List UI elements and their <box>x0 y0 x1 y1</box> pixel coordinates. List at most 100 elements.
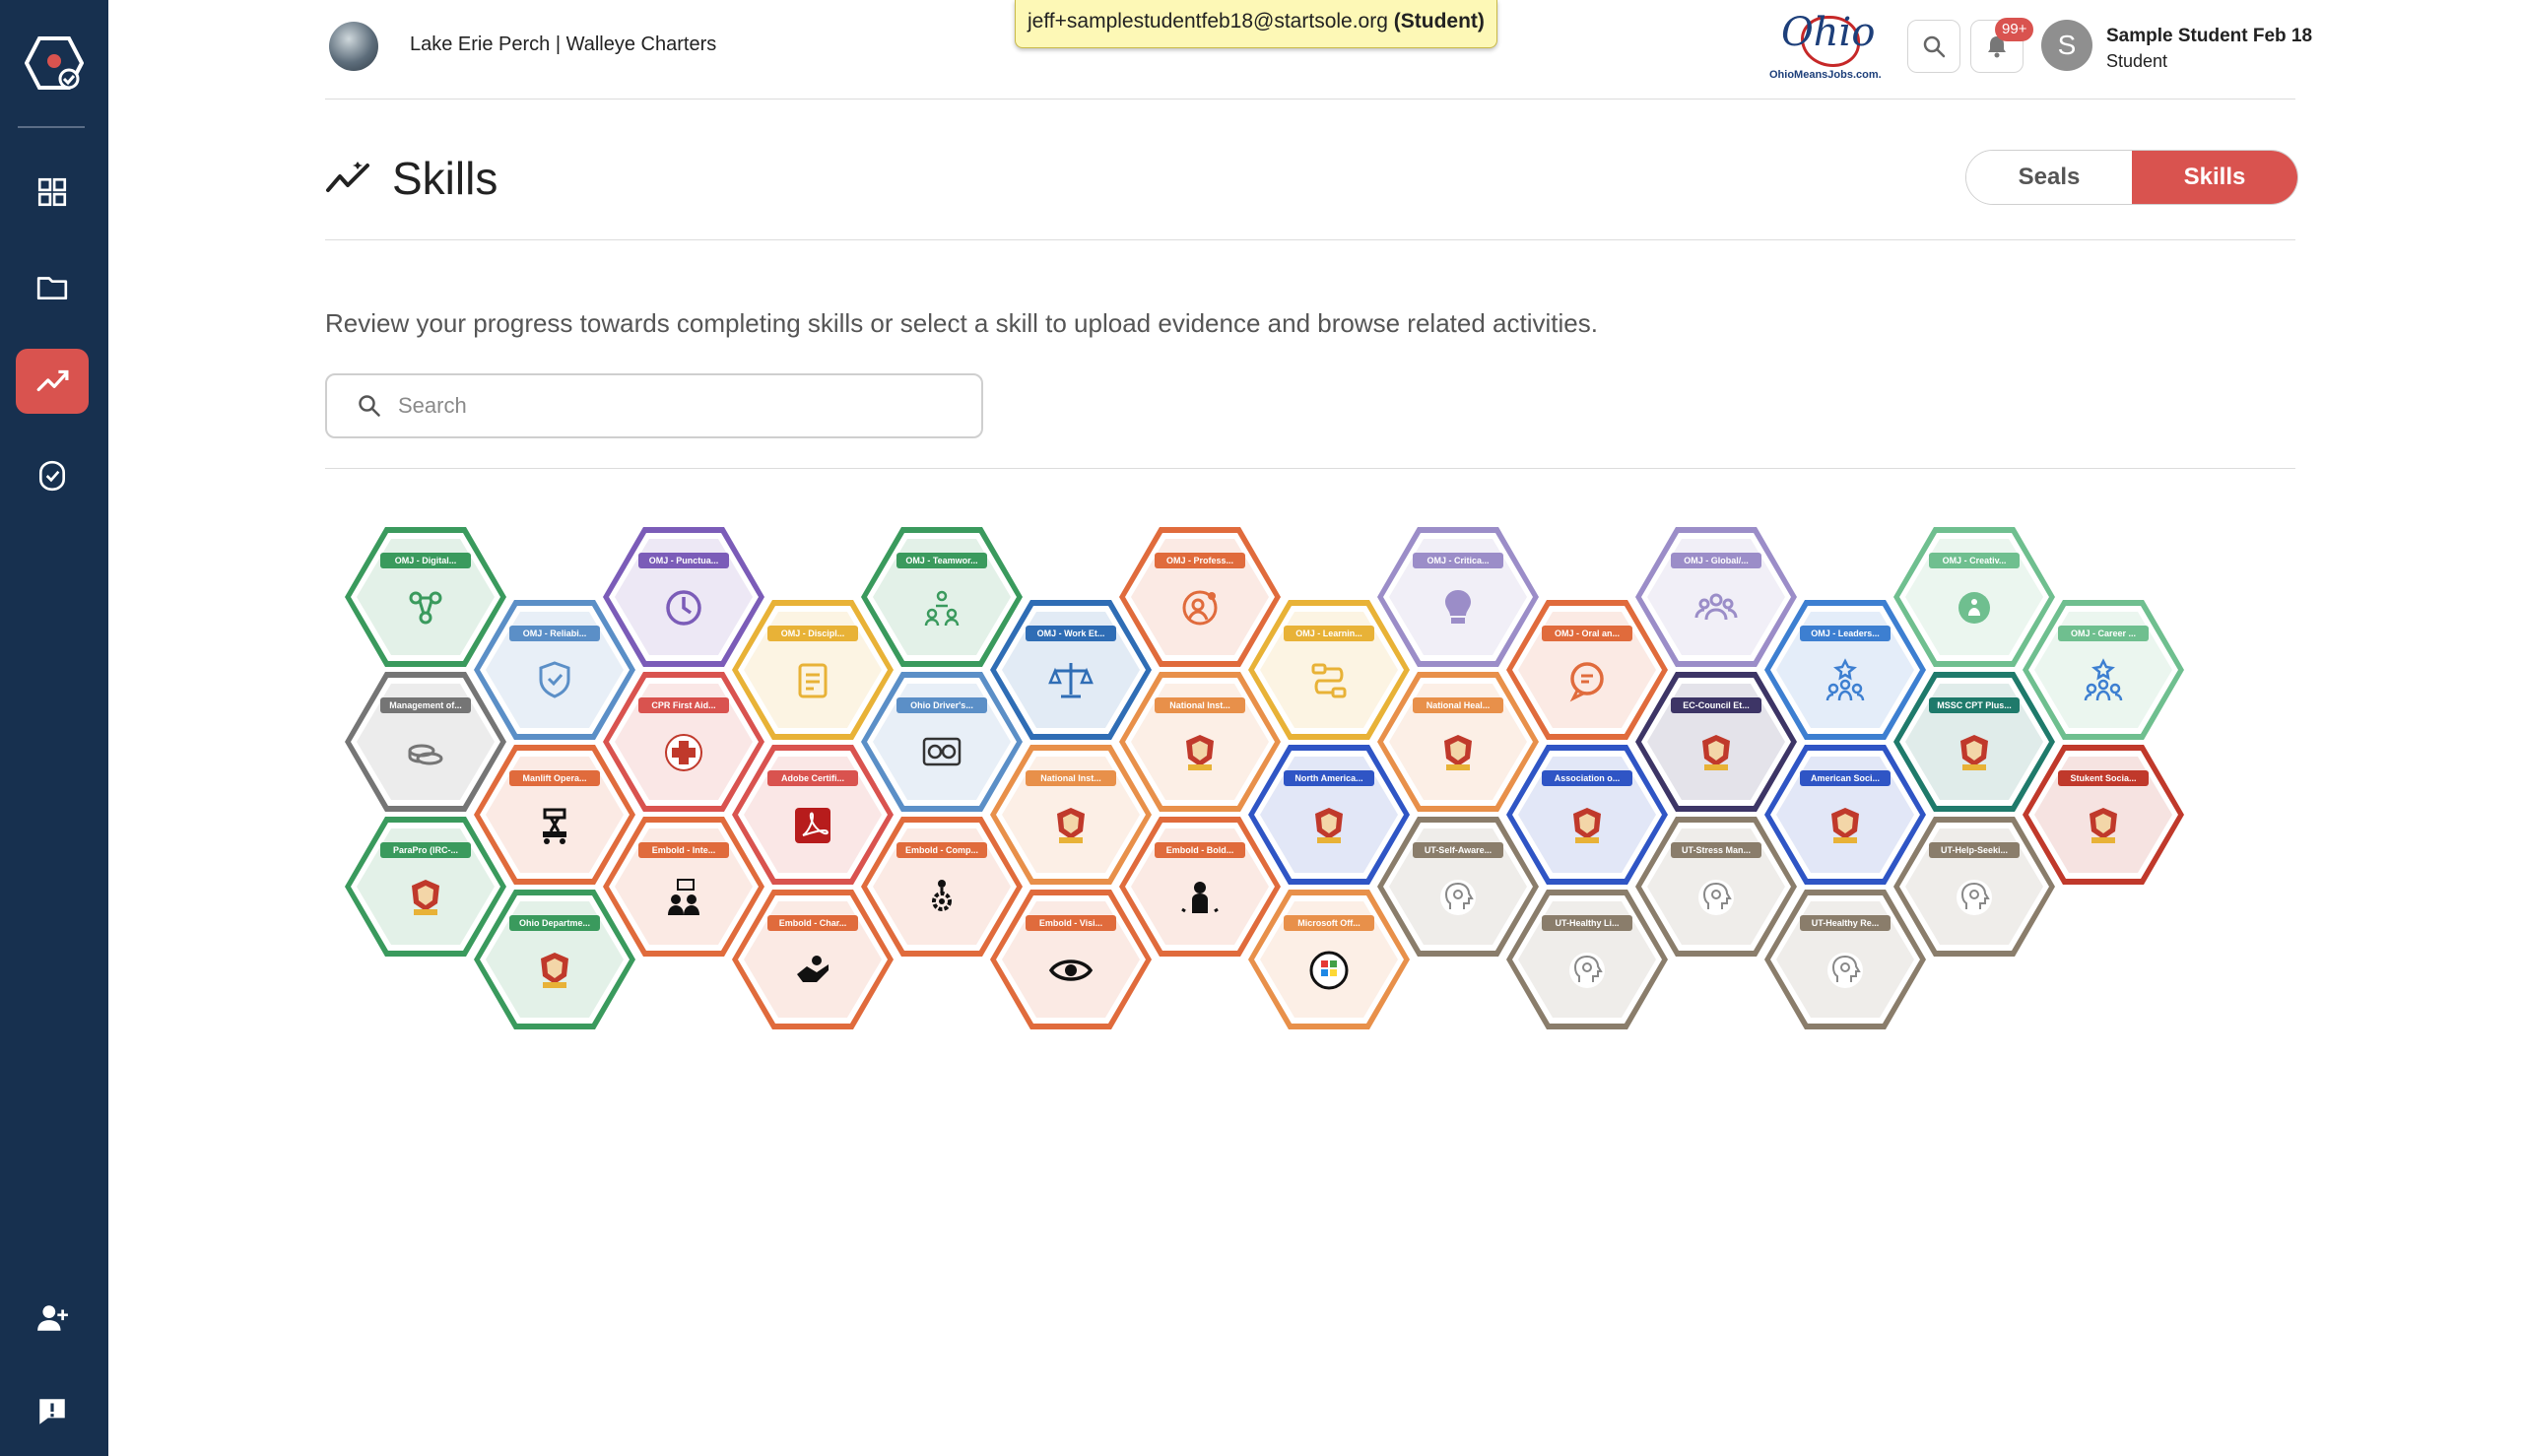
clock-icon <box>658 582 709 633</box>
speech-icon <box>1561 655 1613 706</box>
head-icon <box>1820 945 1871 996</box>
notepad-icon <box>787 655 838 706</box>
network-icon <box>400 582 451 633</box>
hands-icon <box>787 945 838 996</box>
skill-label: Embold - Inte... <box>638 842 729 858</box>
org-avatar[interactable] <box>329 22 378 71</box>
skill-label: UT-Stress Man... <box>1671 842 1761 858</box>
intro-text: Review your progress towards completing … <box>325 308 1598 338</box>
badge-icon <box>1691 727 1742 778</box>
skill-label: OMJ - Global/... <box>1671 553 1761 568</box>
search-button[interactable] <box>1907 20 1960 73</box>
badge-icon <box>2078 800 2129 851</box>
coins-icon <box>400 727 451 778</box>
head-icon <box>1432 872 1484 923</box>
skill-label: North America... <box>1284 770 1374 786</box>
skill-label: Management of... <box>380 697 471 713</box>
sidebar-item-feedback[interactable] <box>16 1379 89 1444</box>
badge-icon <box>1820 800 1871 851</box>
skill-label: UT-Help-Seeki... <box>1929 842 2020 858</box>
skill-label: EC-Council Et... <box>1671 697 1761 713</box>
skill-label: Stukent Socia... <box>2058 770 2149 786</box>
acrobat-icon <box>787 800 838 851</box>
eye-icon <box>1045 945 1096 996</box>
head-icon <box>1561 945 1613 996</box>
skill-hex-tile[interactable]: Stukent Socia... <box>2023 745 2184 885</box>
skill-label: National Heal... <box>1413 697 1503 713</box>
leader-icon <box>1820 655 1871 706</box>
skill-label: Ohio Driver's... <box>896 697 987 713</box>
gears-icon <box>916 872 967 923</box>
badge-icon <box>529 945 580 996</box>
skill-label: OMJ - Oral an... <box>1542 626 1632 641</box>
app-logo-icon[interactable] <box>24 35 85 91</box>
notification-count-badge: 99+ <box>1995 18 2034 41</box>
skill-label: Embold - Comp... <box>896 842 987 858</box>
ohio-logo-script: Ohio <box>1781 10 1876 55</box>
tab-seals[interactable]: Seals <box>1966 151 2132 204</box>
skill-label: OMJ - Punctua... <box>638 553 729 568</box>
head-icon <box>1691 872 1742 923</box>
badge-icon <box>1174 727 1226 778</box>
skill-label: OMJ - Teamwor... <box>896 553 987 568</box>
scales-icon <box>1045 655 1096 706</box>
search-icon <box>1923 35 1946 58</box>
page-title: Skills <box>392 153 498 204</box>
skill-label: OMJ - Discipl... <box>767 626 858 641</box>
bold-icon <box>1174 872 1226 923</box>
ohio-means-jobs-logo: Ohio OhioMeansJobs.com. <box>1763 10 1882 85</box>
user-avatar[interactable]: S <box>2041 20 2092 71</box>
people-talk-icon <box>658 872 709 923</box>
microsoft-icon <box>1303 945 1355 996</box>
sidebar-item-portfolio[interactable] <box>16 254 89 319</box>
tab-skills[interactable]: Skills <box>2132 151 2297 204</box>
skill-label: OMJ - Leaders... <box>1800 626 1891 641</box>
sidebar-item-seals[interactable] <box>16 443 89 508</box>
career-icon <box>2078 655 2129 706</box>
skill-label: American Soci... <box>1800 770 1891 786</box>
feedback-icon <box>39 1399 65 1424</box>
skill-label: Embold - Visi... <box>1026 915 1116 931</box>
skill-label: OMJ - Creativ... <box>1929 553 2020 568</box>
skill-label: UT-Healthy Li... <box>1542 915 1632 931</box>
skill-label: OMJ - Profess... <box>1155 553 1245 568</box>
sidebar-item-dashboard[interactable] <box>16 160 89 225</box>
skill-search <box>325 373 983 438</box>
badge-icon <box>400 872 451 923</box>
badge-icon <box>1045 800 1096 851</box>
folder-icon <box>36 277 68 300</box>
impersonation-role: (Student) <box>1393 10 1485 33</box>
skill-label: ParaPro (IRC-... <box>380 842 471 858</box>
user-role: Student <box>2106 51 2168 71</box>
user-name[interactable]: Sample Student Feb 18 <box>2106 26 2312 47</box>
seals-skills-toggle: Seals Skills <box>1965 150 2298 205</box>
skill-label: OMJ - Reliabi... <box>509 626 600 641</box>
global-team-icon <box>1691 582 1742 633</box>
skill-label: OMJ - Digital... <box>380 553 471 568</box>
shield-icon <box>529 655 580 706</box>
sidebar-item-add-user[interactable] <box>16 1286 89 1351</box>
skill-label: CPR First Aid... <box>638 697 729 713</box>
org-name[interactable]: Lake Erie Perch | Walleye Charters <box>410 33 716 56</box>
skill-label: MSSC CPT Plus... <box>1929 697 2020 713</box>
head-icon <box>1949 872 2000 923</box>
skills-trend-icon <box>36 369 69 392</box>
skill-label: Manlift Opera... <box>509 770 600 786</box>
skill-label: Embold - Char... <box>767 915 858 931</box>
skill-label: OMJ - Learnin... <box>1284 626 1374 641</box>
skill-label: UT-Self-Aware... <box>1413 842 1503 858</box>
skill-label: Embold - Bold... <box>1155 842 1245 858</box>
search-input[interactable] <box>396 385 952 427</box>
badge-icon <box>1303 800 1355 851</box>
search-icon <box>359 395 380 417</box>
impersonation-email: jeff+samplestudentfeb18@startsole.org <box>1028 10 1388 33</box>
skill-label: OMJ - Critica... <box>1413 553 1503 568</box>
title-divider <box>325 239 2295 240</box>
skill-label: Association o... <box>1542 770 1632 786</box>
skill-label: National Inst... <box>1155 697 1245 713</box>
skills-trend-icon <box>325 158 372 197</box>
skill-hex-tile[interactable]: OMJ - Career ... <box>2023 600 2184 740</box>
dashboard-grid-icon <box>37 177 67 207</box>
sidebar-item-skills[interactable] <box>16 349 89 414</box>
skill-label: OMJ - Career ... <box>2058 626 2149 641</box>
